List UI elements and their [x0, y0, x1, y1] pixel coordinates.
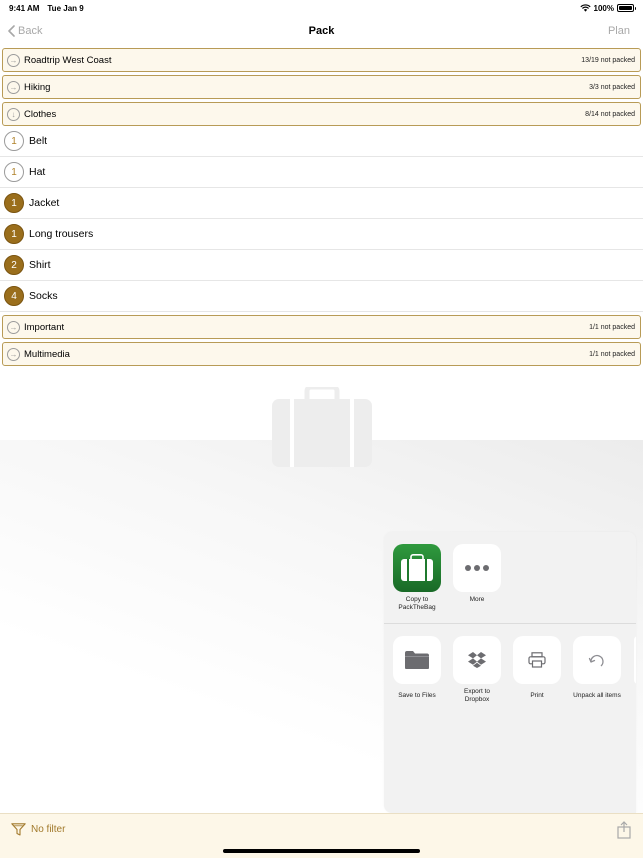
- group-label: Important: [24, 321, 65, 333]
- action-label: Export to Dropbox: [463, 688, 490, 703]
- packing-list: → Roadtrip West Coast 13/19 not packed →…: [0, 48, 643, 369]
- quantity-badge[interactable]: 1: [4, 193, 24, 213]
- list-item-jacket[interactable]: 1 Jacket: [0, 188, 643, 219]
- suitcase-icon: [272, 387, 372, 467]
- chevron-left-icon: [8, 25, 15, 37]
- group-row-important[interactable]: → Important 1/1 not packed: [2, 315, 641, 339]
- share-sheet: Copy to PackTheBag More Save to Files Ex…: [384, 532, 636, 813]
- group-row-roadtrip[interactable]: → Roadtrip West Coast 13/19 not packed: [2, 48, 641, 72]
- list-item-socks[interactable]: 4 Socks: [0, 281, 643, 312]
- quantity-badge[interactable]: 1: [4, 131, 24, 151]
- group-count: 1/1 not packed: [589, 350, 635, 358]
- back-button[interactable]: Back: [8, 25, 42, 37]
- group-count: 8/14 not packed: [585, 110, 635, 118]
- list-item-shirt[interactable]: 2 Shirt: [0, 250, 643, 281]
- group-row-clothes[interactable]: ↓ Clothes 8/14 not packed: [2, 102, 641, 126]
- list-item-long-trousers[interactable]: 1 Long trousers: [0, 219, 643, 250]
- list-item-hat[interactable]: 1 Hat: [0, 157, 643, 188]
- more-dots-icon: [453, 544, 501, 592]
- arrow-right-icon: →: [7, 53, 20, 67]
- group-count: 3/3 not packed: [589, 83, 635, 91]
- folder-icon: [393, 636, 441, 684]
- back-label: Back: [18, 25, 43, 37]
- status-right: 100%: [579, 3, 636, 13]
- app-label: More: [469, 596, 485, 603]
- item-label: Hat: [29, 166, 46, 178]
- action-label: Unpack all items: [573, 692, 621, 699]
- quantity-badge[interactable]: 2: [4, 255, 24, 275]
- battery-percent: 100%: [593, 3, 614, 13]
- funnel-icon: [11, 823, 26, 836]
- home-indicator[interactable]: [223, 849, 420, 853]
- wifi-icon: [579, 4, 591, 12]
- quantity-badge[interactable]: 1: [4, 224, 24, 244]
- arrow-down-icon: ↓: [7, 107, 20, 121]
- group-row-multimedia[interactable]: → Multimedia 1/1 not packed: [2, 342, 641, 366]
- app-label: Copy to PackTheBag: [398, 596, 436, 611]
- group-label: Hiking: [24, 81, 51, 93]
- packthebag-app-icon: [393, 544, 441, 592]
- action-export-to-dropbox[interactable]: Export to Dropbox: [447, 636, 507, 704]
- status-bar: 9:41 AM Tue Jan 9 100%: [0, 0, 643, 16]
- arrow-right-icon: →: [7, 347, 20, 361]
- item-label: Belt: [29, 135, 48, 147]
- list-item-belt[interactable]: 1 Belt: [0, 126, 643, 157]
- item-label: Socks: [29, 290, 58, 302]
- action-print[interactable]: Print: [507, 636, 567, 699]
- group-label: Multimedia: [24, 348, 70, 360]
- share-apps-row: Copy to PackTheBag More: [384, 532, 636, 624]
- group-count: 13/19 not packed: [581, 56, 635, 64]
- action-label: Save to Files: [398, 692, 436, 699]
- battery-icon: [617, 4, 636, 12]
- item-label: Jacket: [29, 197, 60, 209]
- unpack-icon: [573, 636, 621, 684]
- filter-label: No filter: [31, 824, 66, 835]
- plan-button[interactable]: Plan: [608, 25, 630, 37]
- action-unpack-all-items[interactable]: Unpack all items: [567, 636, 627, 699]
- item-label: Long trousers: [29, 228, 94, 240]
- quantity-badge[interactable]: 1: [4, 162, 24, 182]
- page-title: Pack: [308, 25, 335, 37]
- arrow-right-icon: →: [7, 320, 20, 334]
- filter-button[interactable]: No filter: [11, 823, 65, 836]
- arrow-right-icon: →: [7, 80, 20, 94]
- status-date: Tue Jan 9: [47, 3, 84, 13]
- action-label: Print: [530, 692, 544, 699]
- group-count: 1/1 not packed: [589, 323, 635, 331]
- group-label: Clothes: [24, 108, 57, 120]
- action-save-to-files[interactable]: Save to Files: [387, 636, 447, 699]
- status-time: 9:41 AM: [9, 3, 40, 13]
- group-row-hiking[interactable]: → Hiking 3/3 not packed: [2, 75, 641, 99]
- printer-icon: [513, 636, 561, 684]
- share-app-packthebag[interactable]: Copy to PackTheBag: [387, 544, 447, 612]
- navigation-bar: Back Pack Plan: [0, 16, 643, 46]
- item-label: Shirt: [29, 259, 51, 271]
- share-icon[interactable]: [617, 821, 631, 839]
- quantity-badge[interactable]: 4: [4, 286, 24, 306]
- share-app-more[interactable]: More: [447, 544, 507, 603]
- action-partial-tile[interactable]: [634, 636, 636, 684]
- group-label: Roadtrip West Coast: [24, 54, 112, 66]
- dropbox-icon: [453, 636, 501, 684]
